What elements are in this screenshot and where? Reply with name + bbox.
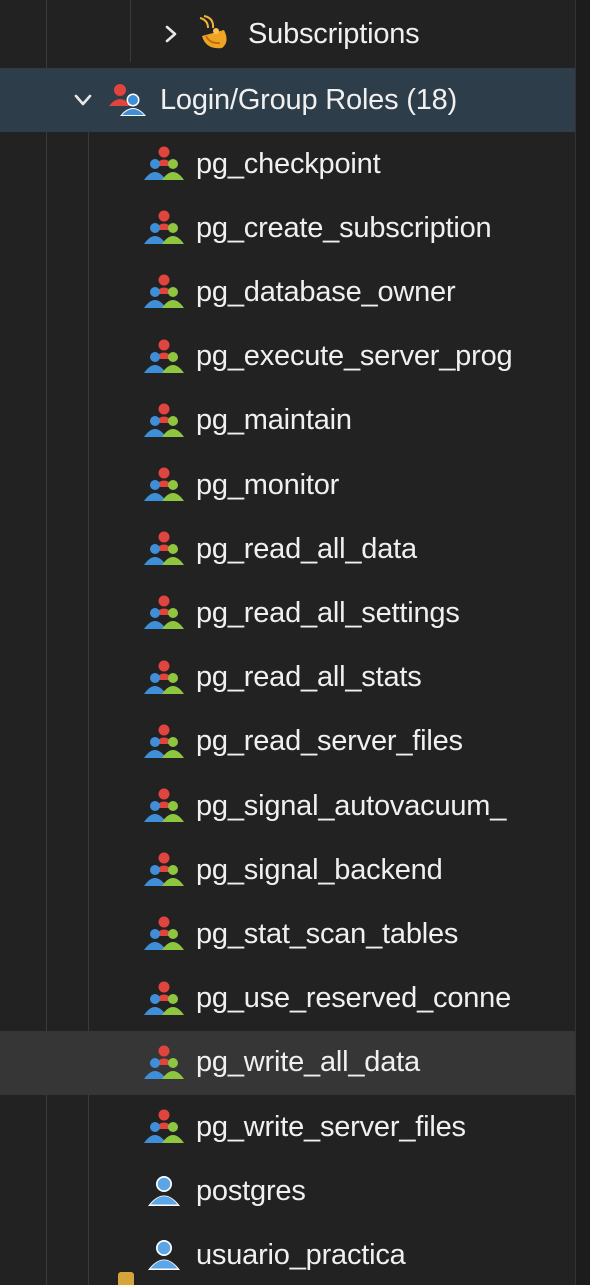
object-explorer-tree: Subscriptions Login/Group Roles (18) pg_… [0, 0, 590, 1285]
group-roles-icon [106, 80, 150, 120]
chevron-down-icon[interactable] [72, 89, 94, 111]
scrollbar[interactable] [575, 0, 590, 1285]
tree-node-label: pg_write_all_data [196, 1046, 420, 1079]
tree-node-role[interactable]: pg_use_reserved_conne [0, 967, 590, 1031]
group-role-icon [142, 529, 186, 569]
chevron-right-icon[interactable] [160, 23, 182, 45]
group-role-icon [142, 144, 186, 184]
tree-node-label: Subscriptions [248, 17, 420, 50]
tree-node-role[interactable]: pg_execute_server_prog [0, 325, 590, 389]
tree-node-label: usuario_practica [196, 1238, 406, 1271]
subscriptions-icon [194, 14, 238, 54]
tree-node-role[interactable]: pg_create_subscription [0, 196, 590, 260]
tree-node-role[interactable]: pg_write_server_files [0, 1095, 590, 1159]
tree-node-role[interactable]: pg_maintain [0, 389, 590, 453]
tree-node-role[interactable]: usuario_practica [0, 1223, 590, 1285]
tree-node-label: pg_read_server_files [196, 725, 463, 758]
group-role-icon [142, 786, 186, 826]
tree-node-role[interactable]: pg_read_all_settings [0, 581, 590, 645]
tree-node-label: pg_checkpoint [196, 147, 381, 180]
tree-node-label: pg_signal_autovacuum_ [196, 789, 507, 822]
tree-node-label: pg_maintain [196, 404, 352, 437]
tree-node-label: pg_create_subscription [196, 211, 492, 244]
tree-node-label: pg_execute_server_prog [196, 340, 513, 373]
tree-node-label: pg_stat_scan_tables [196, 917, 459, 950]
tree-node-label: pg_write_server_files [196, 1110, 466, 1143]
login-role-icon [142, 1235, 186, 1275]
tree-node-role[interactable]: pg_signal_autovacuum_ [0, 774, 590, 838]
tree-node-label: pg_read_all_settings [196, 596, 460, 629]
tree-node-role[interactable]: pg_checkpoint [0, 132, 590, 196]
group-role-icon [142, 850, 186, 890]
login-role-icon [142, 1171, 186, 1211]
group-role-icon [142, 658, 186, 698]
tree-node-role[interactable]: postgres [0, 1159, 590, 1223]
group-role-icon [142, 1107, 186, 1147]
folder-icon [118, 1272, 134, 1285]
tree-node-label: pg_read_all_data [196, 532, 417, 565]
tree-node-login-group-roles[interactable]: Login/Group Roles (18) [0, 68, 590, 132]
group-role-icon [142, 465, 186, 505]
tree-node-role[interactable]: pg_read_all_data [0, 517, 590, 581]
tree-node-label: Login/Group Roles (18) [160, 83, 458, 116]
tree-node-role[interactable]: pg_monitor [0, 453, 590, 517]
tree-node-label: pg_read_all_stats [196, 661, 422, 694]
tree-node-role[interactable]: pg_database_owner [0, 260, 590, 324]
tree-node-role[interactable]: pg_stat_scan_tables [0, 902, 590, 966]
tree-node-role[interactable]: pg_write_all_data [0, 1030, 590, 1095]
tree-node-label: pg_signal_backend [196, 853, 443, 886]
tree-node-label: pg_monitor [196, 468, 340, 501]
tree-node-role[interactable]: pg_signal_backend [0, 838, 590, 902]
group-role-icon [142, 914, 186, 954]
group-role-icon [142, 593, 186, 633]
tree-node-role[interactable]: pg_read_server_files [0, 710, 590, 774]
group-role-icon [142, 979, 186, 1019]
group-role-icon [142, 1043, 186, 1083]
tree-node-label: postgres [196, 1174, 306, 1207]
group-role-icon [142, 401, 186, 441]
group-role-icon [142, 337, 186, 377]
group-role-icon [142, 272, 186, 312]
tree-node-label: pg_database_owner [196, 275, 456, 308]
tree-node-label: pg_use_reserved_conne [196, 982, 512, 1015]
group-role-icon [142, 722, 186, 762]
tree-node-subscriptions[interactable]: Subscriptions [0, 2, 590, 66]
group-role-icon [142, 208, 186, 248]
tree-node-role[interactable]: pg_read_all_stats [0, 646, 590, 710]
